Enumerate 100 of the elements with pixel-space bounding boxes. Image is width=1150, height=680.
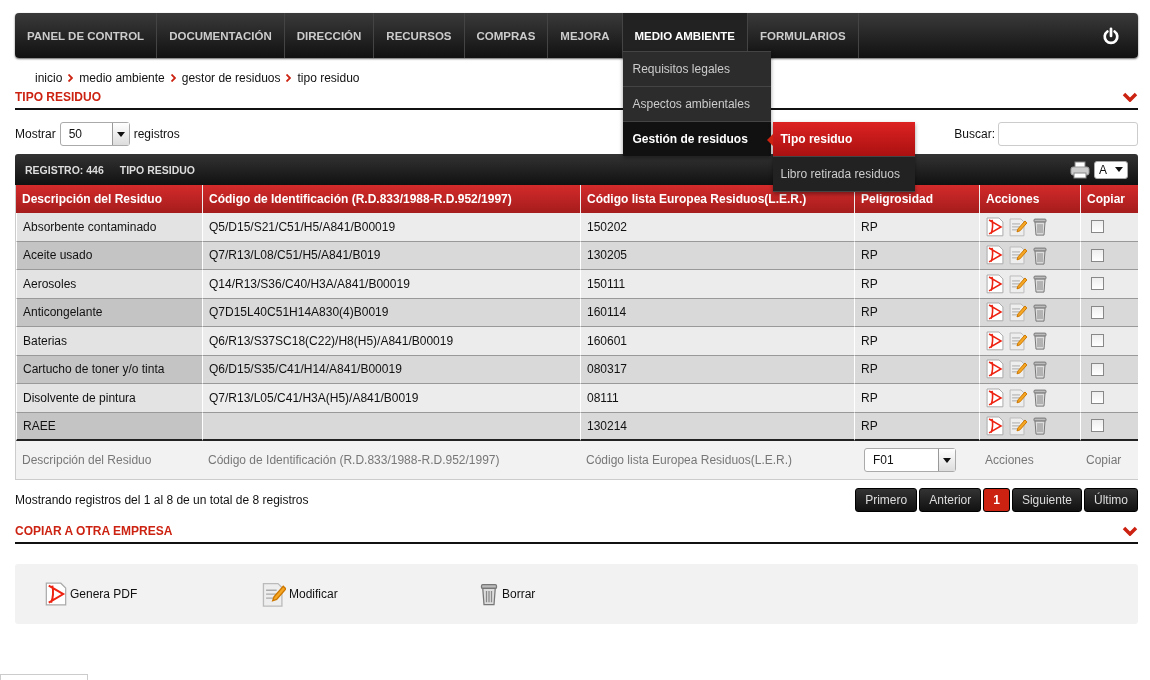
chevron-right-icon (68, 73, 74, 82)
legend-label: Genera PDF (70, 587, 138, 601)
edit-icon[interactable] (1009, 216, 1027, 237)
pdf-icon[interactable] (45, 581, 67, 607)
trash-icon[interactable] (1032, 331, 1048, 351)
table-cell: 130205 (580, 241, 854, 270)
font-size-select[interactable]: A (1094, 160, 1128, 179)
table-cell: Q6/D15/S35/C41/H14/A841/B00019 (202, 355, 580, 384)
breadcrumb-link[interactable]: gestor de residuos (181, 70, 281, 85)
trash-icon[interactable] (1032, 302, 1048, 322)
table-cell: 150202 (580, 213, 854, 242)
edit-icon[interactable] (1009, 415, 1027, 436)
edit-icon[interactable] (262, 580, 286, 608)
pdf-icon[interactable] (986, 216, 1004, 237)
section-title: TIPO RESIDUO (15, 90, 101, 104)
checkbox[interactable] (1091, 220, 1104, 234)
show-label: Mostrar (15, 127, 56, 141)
search-field[interactable] (998, 122, 1138, 146)
table-cell: Absorbente contaminado (16, 213, 202, 242)
chevron-down-icon[interactable] (1122, 526, 1138, 536)
nav-item[interactable]: RECURSOS (374, 13, 465, 58)
nav-item[interactable]: COMPRAS (464, 13, 549, 58)
record-count: REGISTRO: 446 (25, 163, 104, 176)
column-header[interactable]: Acciones (979, 185, 1080, 213)
trash-icon[interactable] (1032, 359, 1048, 379)
trash-icon[interactable] (1032, 416, 1048, 436)
pagination-button[interactable]: Anterior (919, 488, 982, 512)
checkbox[interactable] (1091, 391, 1104, 405)
column-header[interactable]: Código de Identificación (R.D.833/1988-R.D.952/1997) (202, 185, 580, 213)
nav-item[interactable]: DOCUMENTACIÓN (157, 13, 285, 58)
pdf-icon[interactable] (986, 415, 1004, 436)
table-cell: 130214 (580, 412, 854, 441)
pdf-icon[interactable] (986, 330, 1004, 351)
caret-icon (943, 457, 951, 463)
trash-icon[interactable] (1032, 245, 1048, 265)
breadcrumb-link[interactable]: tipo residuo (297, 70, 360, 85)
trash-icon[interactable] (1032, 217, 1048, 237)
table-cell: Q7/R13/L05/C41/H3A(H5)/A841/B0019 (202, 384, 580, 413)
edit-icon[interactable] (1009, 387, 1027, 408)
pdf-icon[interactable] (986, 273, 1004, 294)
table-cell: 160601 (580, 327, 854, 356)
checkbox[interactable] (1091, 334, 1104, 348)
table-cell: Q5/D15/S21/C51/H5/A841/B00019 (202, 213, 580, 242)
checkbox[interactable] (1091, 277, 1104, 291)
legend-label: Modificar (289, 587, 338, 601)
pagination-button[interactable]: Siguiente (1011, 488, 1082, 512)
table-cell: RP (854, 327, 979, 356)
table-cell: RP (854, 355, 979, 384)
checkbox[interactable] (1091, 248, 1104, 262)
nav-item[interactable]: FORMULARIOS (748, 13, 859, 58)
pagination-button[interactable]: Primero (855, 488, 918, 512)
edit-icon[interactable] (1009, 330, 1027, 351)
column-filter-label: Código de Identificación (R.D.833/1988-R.D.952/1997) (208, 453, 500, 467)
column-filter-label: Descripción del Residuo (22, 453, 152, 467)
breadcrumb-link[interactable]: inicio (35, 70, 63, 85)
column-header[interactable]: Código lista Europea Residuos(L.E.R.) (580, 185, 854, 213)
pointer-icon (766, 134, 773, 146)
nav-item[interactable]: MEJORA (548, 13, 623, 58)
checkbox[interactable] (1091, 305, 1104, 319)
nav-item[interactable]: PANEL DE CONTROL (15, 13, 158, 58)
printer-icon[interactable] (1070, 160, 1090, 179)
table-cell: Q14/R13/S36/C40/H3A/A841/B00019 (202, 270, 580, 299)
checkbox[interactable] (1091, 362, 1104, 376)
table-cell: 080317 (580, 355, 854, 384)
column-filter-label: Acciones (985, 453, 1034, 467)
trash-icon[interactable] (1032, 388, 1048, 408)
trash-icon[interactable] (479, 582, 499, 606)
column-header[interactable]: Descripción del Residuo (16, 185, 202, 213)
table-cell: Q7D15L40C51H14A830(4)B0019 (202, 298, 580, 327)
table-cell: Cartucho de toner y/o tinta (16, 355, 202, 384)
power-icon[interactable] (1102, 26, 1120, 45)
legend-label: Borrar (502, 587, 536, 601)
caret-icon (116, 131, 125, 137)
checkbox[interactable] (1091, 419, 1104, 433)
chevron-down-icon[interactable] (1122, 92, 1138, 102)
breadcrumb-link[interactable]: medio ambiente (79, 70, 165, 85)
nav-item[interactable]: DIRECCIÓN (284, 13, 375, 58)
table-cell: Disolvente de pintura (16, 384, 202, 413)
table-cell: RP (854, 384, 979, 413)
submenu-item[interactable]: Libro retirada residuos (772, 157, 915, 192)
filter-select[interactable]: F01 (864, 448, 956, 472)
pdf-icon[interactable] (986, 387, 1004, 408)
records-label: registros (133, 127, 180, 141)
pdf-icon[interactable] (986, 245, 1004, 266)
page-size-select[interactable]: 50 (59, 122, 130, 146)
pdf-icon[interactable] (986, 359, 1004, 380)
edit-icon[interactable] (1009, 273, 1027, 294)
table-cell: Baterias (16, 327, 202, 356)
edit-icon[interactable] (1009, 302, 1027, 323)
table-cell: RP (854, 270, 979, 299)
edit-icon[interactable] (1009, 245, 1027, 266)
pdf-icon[interactable] (986, 302, 1004, 323)
table-title: TIPO RESIDUO (119, 163, 196, 176)
edit-icon[interactable] (1009, 359, 1027, 380)
table-cell: Anticongelante (16, 298, 202, 327)
pagination-button[interactable]: Último (1084, 488, 1138, 512)
column-header[interactable]: Copiar (1080, 185, 1138, 213)
pagination-button[interactable]: 1 (983, 488, 1010, 512)
menu-item[interactable]: Requisitos legales (622, 51, 771, 86)
trash-icon[interactable] (1032, 274, 1048, 294)
